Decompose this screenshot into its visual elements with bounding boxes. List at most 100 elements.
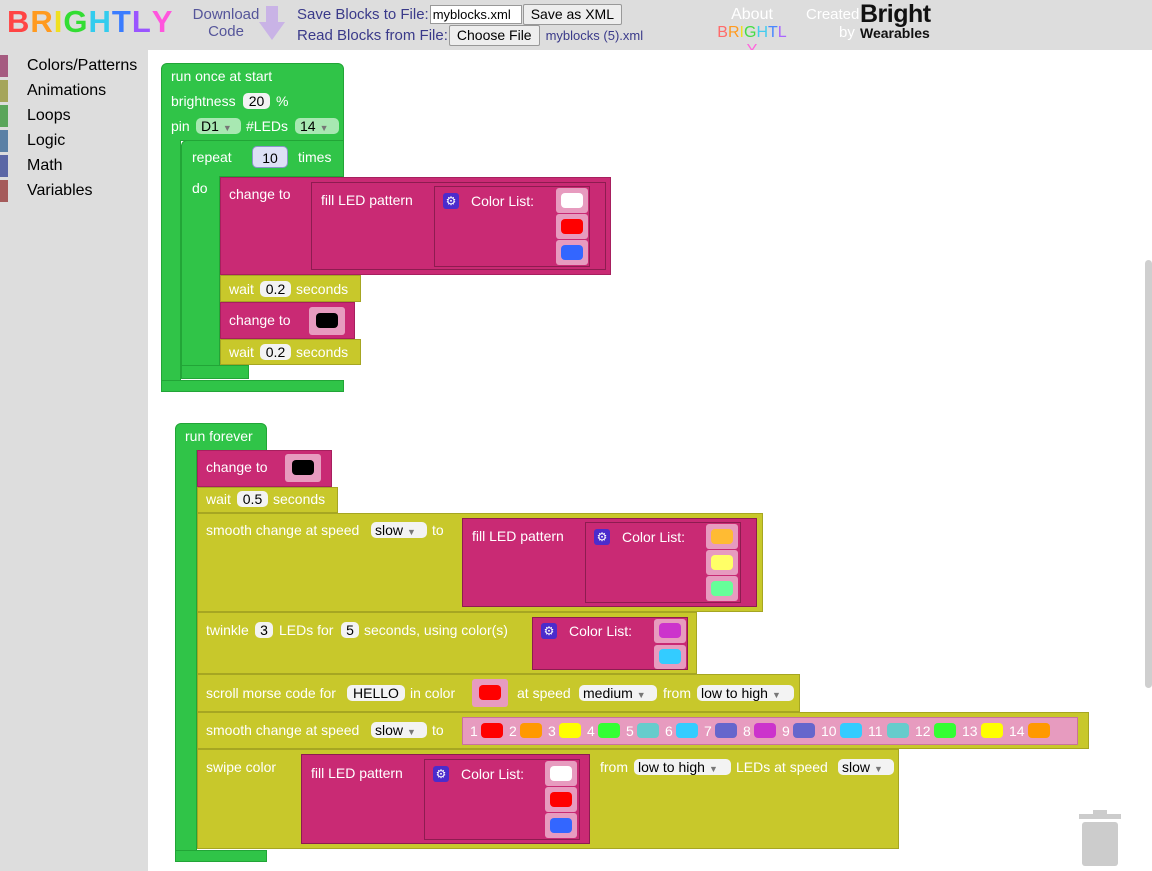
category-animations[interactable]: Animations	[0, 79, 148, 102]
logo-letter: L	[777, 24, 787, 41]
led-color-swatch[interactable]	[1028, 723, 1050, 738]
choose-file-button[interactable]: Choose File	[448, 24, 540, 46]
direction-dropdown[interactable]: low to high ▼	[634, 759, 731, 775]
category-logic[interactable]: Logic	[0, 129, 148, 152]
twinkle-seconds-value[interactable]: 5	[341, 622, 359, 638]
dropdown-arrow-icon: ▼	[874, 764, 883, 774]
repeat-spine	[181, 176, 220, 366]
led-color-swatch[interactable]	[754, 723, 776, 738]
pin-dropdown[interactable]: D1 ▼	[196, 118, 241, 134]
direction-dropdown[interactable]: low to high ▼	[697, 685, 794, 701]
gear-icon[interactable]: ⚙	[433, 766, 449, 782]
run-forever-bottom	[175, 850, 267, 862]
speed-value: slow	[842, 759, 871, 775]
color-swatch-blue[interactable]	[550, 818, 572, 833]
wait-value[interactable]: 0.2	[260, 281, 291, 297]
category-colors-patterns[interactable]: Colors/Patterns	[0, 54, 148, 77]
repeat-count-input[interactable]: 10	[252, 146, 288, 168]
color-list-label: Color List:	[471, 193, 535, 209]
change-to-label: change to	[229, 312, 291, 328]
color-swatch-green[interactable]	[711, 581, 733, 596]
by-label: by	[839, 24, 855, 41]
run-once-bottom	[161, 380, 344, 392]
bright-wearables-logo[interactable]: Bright Wearables	[860, 2, 931, 41]
led-color-swatch[interactable]	[715, 723, 737, 738]
leds-dropdown[interactable]: 14 ▼	[295, 118, 339, 134]
category-color-bar	[0, 55, 8, 77]
fill-led-label: fill LED pattern	[472, 528, 564, 544]
trash-icon[interactable]	[1079, 810, 1121, 866]
color-swatch-purple[interactable]	[659, 623, 681, 638]
color-swatch-blue[interactable]	[561, 245, 583, 260]
dropdown-arrow-icon: ▼	[708, 764, 718, 774]
color-swatch-yellow[interactable]	[711, 555, 733, 570]
led-color-swatch[interactable]	[559, 723, 581, 738]
wait-value[interactable]: 0.2	[260, 344, 291, 360]
speed-dropdown[interactable]: slow ▼	[838, 759, 894, 775]
download-code-button[interactable]: Download Code	[192, 6, 260, 40]
led-index-label: 3	[548, 723, 556, 739]
color-swatch-red[interactable]	[561, 219, 583, 234]
speed-value: slow	[375, 522, 404, 538]
color-swatch-white[interactable]	[561, 193, 583, 208]
logo-letter: H	[88, 4, 112, 39]
chosen-file-name: myblocks (5).xml	[545, 27, 644, 43]
brightly-logo: BRIGHTLY	[7, 4, 173, 40]
gear-icon[interactable]: ⚙	[443, 193, 459, 209]
speed-dropdown[interactable]: slow ▼	[371, 722, 427, 738]
percent-label: %	[276, 93, 289, 109]
led-color-swatch[interactable]	[793, 723, 815, 738]
led-color-swatch[interactable]	[981, 723, 1003, 738]
color-swatch-white[interactable]	[550, 766, 572, 781]
led-color-swatch[interactable]	[598, 723, 620, 738]
download-arrow-icon[interactable]	[259, 6, 285, 40]
logo-letter: G	[743, 24, 757, 41]
led-color-swatch[interactable]	[520, 723, 542, 738]
category-loops[interactable]: Loops	[0, 104, 148, 127]
color-swatch-black[interactable]	[292, 460, 314, 475]
speed-dropdown[interactable]: slow ▼	[371, 522, 427, 538]
leds-at-speed-label: LEDs at speed	[736, 759, 828, 775]
wait-value[interactable]: 0.5	[237, 491, 268, 507]
gear-icon[interactable]: ⚙	[541, 623, 557, 639]
morse-text-value[interactable]: HELLO	[347, 685, 405, 701]
brightness-label: brightness	[171, 93, 236, 109]
brightness-value[interactable]: 20	[243, 93, 270, 109]
led-color-swatch[interactable]	[481, 723, 503, 738]
category-label: Variables	[27, 182, 93, 199]
gear-icon[interactable]: ⚙	[594, 529, 610, 545]
category-variables[interactable]: Variables	[0, 179, 148, 202]
repeat-count: 10	[262, 150, 278, 166]
twinkle-label: twinkle	[206, 622, 249, 638]
category-color-bar	[0, 80, 8, 102]
color-swatch-red[interactable]	[550, 792, 572, 807]
filename-input[interactable]	[429, 4, 522, 24]
category-math[interactable]: Math	[0, 154, 148, 177]
category-label: Animations	[27, 82, 107, 99]
speed-dropdown[interactable]: medium ▼	[579, 685, 657, 701]
dropdown-arrow-icon: ▼	[407, 727, 416, 737]
led-color-swatch[interactable]	[676, 723, 698, 738]
speed-value: slow	[375, 722, 404, 738]
repeat-bottom	[181, 365, 249, 379]
leds-value: 14	[300, 118, 316, 134]
twinkle-count-value[interactable]: 3	[255, 622, 273, 638]
color-swatch-cyan[interactable]	[659, 649, 681, 664]
swipe-color-label: swipe color	[206, 759, 277, 775]
save-as-xml-button[interactable]: Save as XML	[522, 3, 622, 25]
color-swatch-orange[interactable]	[711, 529, 733, 544]
logo-letter: B	[717, 24, 728, 41]
color-swatch-black[interactable]	[316, 313, 338, 328]
dropdown-arrow-icon: ▼	[319, 123, 329, 133]
repeat-label: repeat	[192, 149, 232, 165]
color-swatch-red[interactable]	[479, 685, 501, 700]
led-color-swatch[interactable]	[887, 723, 909, 738]
led-color-swatch[interactable]	[637, 723, 659, 738]
category-color-bar	[0, 105, 8, 127]
workspace-scrollbar[interactable]	[1145, 260, 1152, 688]
about-label: About	[731, 6, 773, 23]
led-index-label: 9	[782, 723, 790, 739]
logo-letter: L	[131, 4, 152, 39]
led-color-swatch[interactable]	[934, 723, 956, 738]
led-color-swatch[interactable]	[840, 723, 862, 738]
